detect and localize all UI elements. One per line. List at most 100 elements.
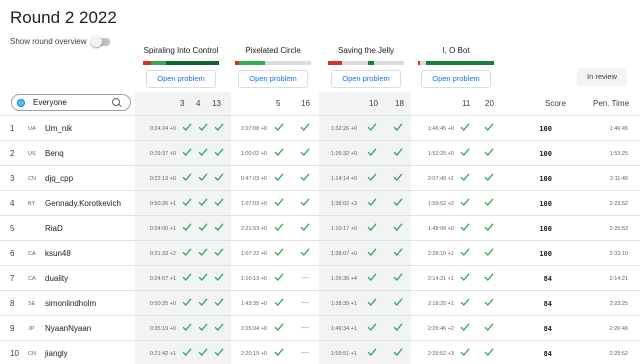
country-code: CA: [28, 251, 36, 257]
submission-time: 1:46:45 +0: [427, 126, 454, 132]
username[interactable]: duality: [45, 274, 68, 283]
check-icon: [367, 197, 377, 207]
penalty-time: 1:46:45: [609, 126, 628, 132]
problem-card: Saving the Jelly Open problem: [320, 46, 412, 88]
username[interactable]: RiaD: [45, 224, 63, 233]
submission-time: 2:29:52 +3: [427, 351, 454, 357]
globe-icon: [17, 98, 25, 107]
submission-time: 1:59:52 +2: [427, 201, 454, 207]
submission-time: 1:14:14 +0: [330, 176, 357, 182]
check-icon: [484, 347, 494, 357]
score: 100: [539, 225, 552, 233]
username[interactable]: simonlindholm: [45, 299, 96, 308]
in-review-button[interactable]: In review: [577, 68, 627, 86]
open-problem-button[interactable]: Open problem: [421, 70, 491, 88]
check-icon: [182, 147, 192, 157]
participant-search[interactable]: Everyone: [11, 94, 131, 111]
submission-time: 1:26:36 +4: [330, 276, 357, 282]
check-icon: [367, 272, 377, 282]
check-icon: [274, 172, 284, 182]
username[interactable]: jiangly: [45, 349, 68, 358]
table-row[interactable]: 1 UA Um_nik 0:24:24 +0 1:07:08 +0 1:32:26 +0 1…: [0, 115, 640, 140]
check-icon: [393, 222, 403, 232]
open-problem-button[interactable]: Open problem: [238, 70, 308, 88]
check-icon: [198, 122, 208, 132]
search-icon[interactable]: [112, 97, 122, 108]
score: 84: [543, 300, 552, 308]
table-row[interactable]: 6 CA ksun48 0:31:33 +2 1:07:22 +0 1:38:07 +0 2…: [0, 240, 640, 265]
submission-time: 1:05:04 +0: [240, 326, 267, 332]
score: 84: [543, 275, 552, 283]
submission-time: 1:32:26 +0: [330, 126, 357, 132]
check-icon: [460, 147, 470, 157]
table-row[interactable]: 9 JP NyaanNyaan 0:35:19 +0 1:05:04 +0—1:49:3…: [0, 315, 640, 340]
submission-time: 0:35:19 +0: [149, 326, 176, 332]
open-problem-button[interactable]: Open problem: [146, 70, 216, 88]
check-icon: [393, 272, 403, 282]
score: 100: [539, 150, 552, 158]
toggle-label: Show round overview: [10, 37, 87, 46]
progress-segment: [165, 61, 219, 65]
check-icon: [393, 297, 403, 307]
check-icon: [367, 222, 377, 232]
progress-segment: [373, 61, 404, 65]
subtask-header: 18: [395, 99, 404, 108]
rank: 3: [10, 174, 15, 183]
username[interactable]: ksun48: [45, 249, 71, 258]
username[interactable]: djq_cpp: [45, 174, 73, 183]
rank: 4: [10, 199, 15, 208]
submission-time: 1:48:06 +0: [427, 226, 454, 232]
table-row[interactable]: 8 SE simonlindholm 0:50:25 +0 1:43:35 +0—1:3…: [0, 290, 640, 315]
subtask-header: 5: [276, 99, 281, 108]
check-icon: [393, 322, 403, 332]
check-icon: [198, 322, 208, 332]
table-row[interactable]: 10 CN jiangly 0:21:42 +1 2:20:19 +0—1:59:51 …: [0, 340, 640, 364]
table-row[interactable]: 7 CA duality 0:24:07 +1 1:10:13 +0—1:26:36 +…: [0, 265, 640, 290]
check-icon: [367, 172, 377, 182]
round-overview-toggle[interactable]: [91, 35, 111, 47]
rank: 8: [10, 299, 15, 308]
submission-time: 2:20:19 +0: [240, 351, 267, 357]
problem-progress-bar: [418, 61, 494, 65]
submission-time: 2:28:10 +1: [427, 251, 454, 257]
check-icon: [460, 172, 470, 182]
open-problem-button[interactable]: Open problem: [331, 70, 401, 88]
username[interactable]: Um_nik: [45, 124, 72, 133]
check-icon: [484, 247, 494, 257]
table-row[interactable]: 2 US Benq 0:29:37 +0 1:00:02 +0 1:26:32 +0 1:5…: [0, 140, 640, 165]
round-overview-toggle-row[interactable]: Show round overview: [10, 35, 111, 47]
check-icon: [393, 122, 403, 132]
search-input[interactable]: Everyone: [33, 98, 112, 107]
progress-segment: [426, 61, 494, 65]
country-code: CA: [28, 276, 36, 282]
problem-card: I, O Bot Open problem: [410, 46, 502, 88]
check-icon: [460, 197, 470, 207]
penalty-time: 2:11:49: [610, 176, 628, 182]
username[interactable]: NyaanNyaan: [45, 324, 91, 333]
penalty-time: 2:33:10: [609, 251, 628, 257]
submission-time: 2:26:46 +2: [427, 326, 454, 332]
table-row[interactable]: 3 CN djq_cpp 0:22:13 +0 0:47:03 +0 1:14:14 +0…: [0, 165, 640, 190]
check-icon: [484, 322, 494, 332]
country-code: US: [28, 151, 36, 157]
check-icon: [274, 297, 284, 307]
problem-progress-bar: [143, 61, 219, 65]
table-row[interactable]: 5 RiaD 0:24:00 +1 2:21:53 +0 1:10:17 +0 1:48:…: [0, 215, 640, 240]
check-icon: [484, 222, 494, 232]
page-title: Round 2 2022: [10, 8, 117, 27]
check-icon: [274, 122, 284, 132]
check-icon: [182, 297, 192, 307]
score: 100: [539, 175, 552, 183]
check-icon: [198, 347, 208, 357]
check-icon: [460, 247, 470, 257]
problem-name: Pixelated Circle: [245, 46, 301, 55]
username[interactable]: Gennady.Korotkevich: [45, 199, 121, 208]
check-icon: [182, 272, 192, 282]
subtask-header: 4: [196, 99, 201, 108]
submission-time: 1:07:22 +0: [240, 251, 267, 257]
table-row[interactable]: 4 BY Gennady.Korotkevich 0:50:26 +1 1:07:03 …: [0, 190, 640, 215]
check-icon: [182, 122, 192, 132]
subtask-header: 11: [462, 99, 471, 108]
username[interactable]: Benq: [45, 149, 64, 158]
progress-segment: [265, 61, 311, 65]
